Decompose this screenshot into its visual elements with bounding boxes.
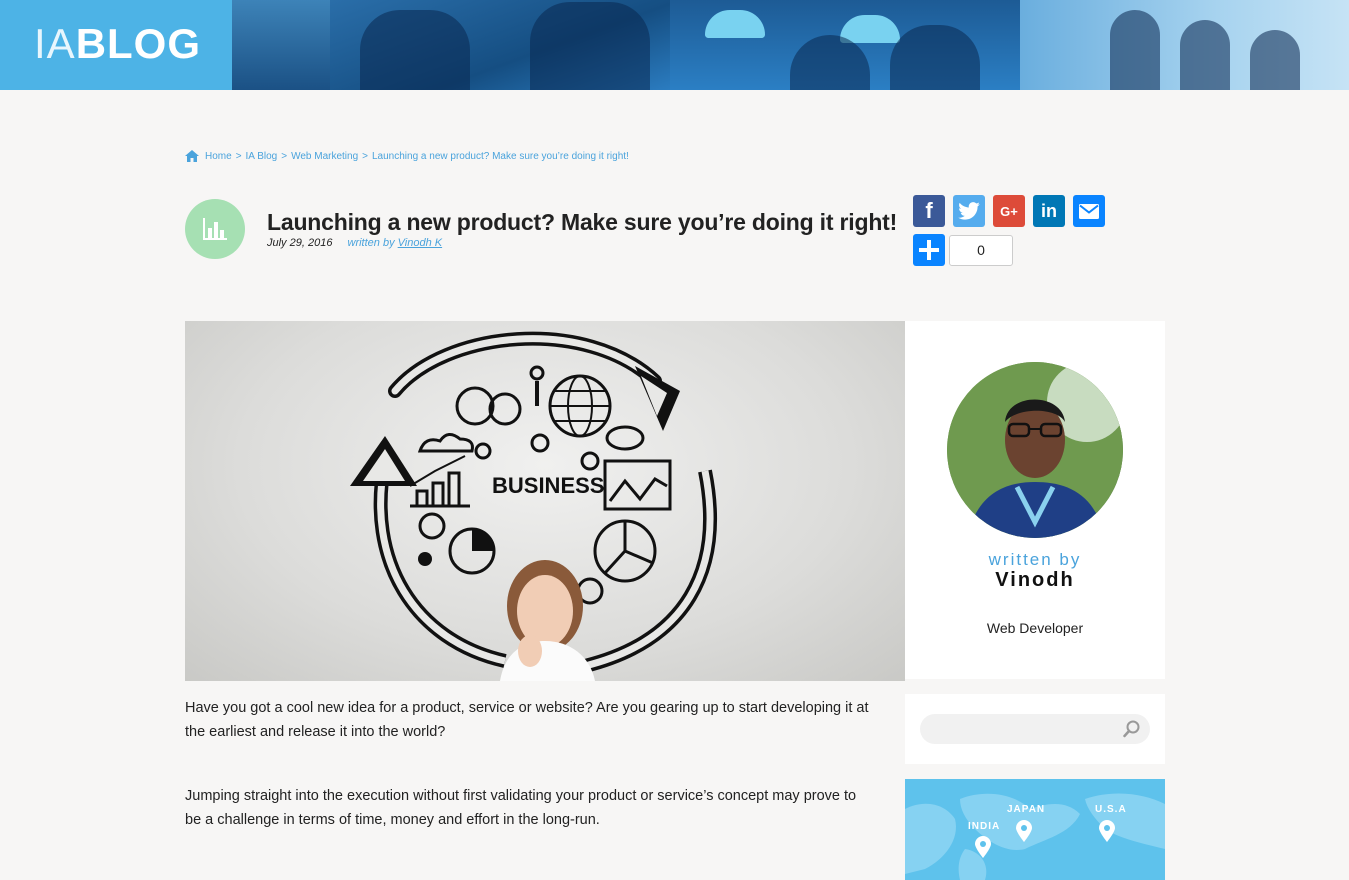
author-role: Web Developer [986, 620, 1084, 636]
header-banner: IABLOG [0, 0, 1349, 90]
map-label-usa: U.S.A [1095, 804, 1127, 815]
banner-photo [232, 0, 330, 90]
lamp [705, 10, 765, 38]
facebook-icon: f [925, 198, 933, 223]
hero-image: BUSINESS [185, 321, 905, 681]
banner-person [1110, 10, 1160, 90]
banner-person [360, 10, 470, 90]
twitter-share-button[interactable] [953, 195, 985, 227]
author-name: Vinodh [995, 569, 1075, 591]
written-by-label: written by [347, 237, 395, 249]
post-meta: July 29, 2016 written by Vinodh K [267, 237, 442, 249]
twitter-bird-icon [958, 202, 980, 220]
breadcrumb-current: Launching a new product? Make sure you’r… [372, 150, 629, 162]
breadcrumb-separator: > [362, 150, 368, 162]
post-date: July 29, 2016 [267, 237, 333, 249]
map-widget: INDIA JAPAN U.S.A [905, 779, 1165, 880]
banner-photo [330, 0, 670, 90]
bar-chart-icon [203, 218, 227, 240]
banner-person [1180, 20, 1230, 90]
logo-thin: IA [34, 20, 76, 67]
author-avatar [947, 362, 1123, 538]
map-pin-icon[interactable] [1099, 820, 1115, 842]
article-body: Have you got a cool new idea for a produ… [185, 696, 875, 872]
map-pin-icon[interactable] [1016, 820, 1032, 842]
article-paragraph: Jumping straight into the execution with… [185, 788, 857, 828]
search-icon[interactable] [1123, 720, 1141, 738]
breadcrumb-separator: > [235, 150, 242, 162]
facebook-share-button[interactable]: f [913, 195, 945, 227]
breadcrumb-web-marketing[interactable]: Web Marketing [291, 151, 358, 162]
linkedin-icon: in [1041, 200, 1057, 221]
map-label-japan: JAPAN [1007, 804, 1046, 815]
world-map [905, 793, 1165, 880]
breadcrumb-separator: > [281, 150, 288, 162]
plus-icon [919, 240, 939, 260]
post-title: Launching a new product? Make sure you’r… [267, 209, 898, 235]
more-share-button[interactable] [913, 234, 945, 266]
breadcrumb-ia-blog[interactable]: IA Blog [246, 151, 278, 162]
googleplus-icon: G+ [1000, 203, 1018, 219]
article-paragraph: Have you got a cool new idea for a produ… [185, 700, 869, 740]
author-written-by: written by [988, 550, 1082, 569]
author-photo [947, 362, 1123, 538]
banner-photo [1020, 0, 1349, 90]
banner-person [790, 35, 870, 90]
logo-link[interactable]: IABLOG [0, 0, 232, 90]
category-badge[interactable] [185, 199, 245, 259]
breadcrumb: Home > IA Blog > Web Marketing > Launchi… [185, 150, 629, 162]
banner-photo [670, 0, 1020, 90]
logo-bold: BLOG [75, 20, 202, 67]
search-input[interactable] [920, 714, 1150, 744]
banner-person [530, 2, 650, 90]
banner-person [890, 25, 980, 90]
map-label-india: INDIA [968, 821, 1001, 832]
email-icon [1079, 203, 1099, 219]
author-link[interactable]: Vinodh K [398, 237, 442, 249]
breadcrumb-home[interactable]: Home [205, 151, 232, 162]
share-bar: f G+ in 0 [913, 195, 1113, 266]
home-icon [185, 150, 199, 162]
hero-center-word: BUSINESS [492, 473, 605, 498]
banner-person [1250, 30, 1300, 90]
site-logo: IABLOG [34, 22, 201, 66]
lamp [840, 15, 900, 43]
search-widget [905, 694, 1165, 764]
share-count: 0 [949, 234, 1013, 266]
linkedin-share-button[interactable]: in [1033, 195, 1065, 227]
email-share-button[interactable] [1073, 195, 1105, 227]
author-card: written by Vinodh Web Developer [905, 321, 1165, 679]
business-illustration [350, 331, 717, 681]
map-pin-icon[interactable] [975, 836, 991, 858]
googleplus-share-button[interactable]: G+ [993, 195, 1025, 227]
